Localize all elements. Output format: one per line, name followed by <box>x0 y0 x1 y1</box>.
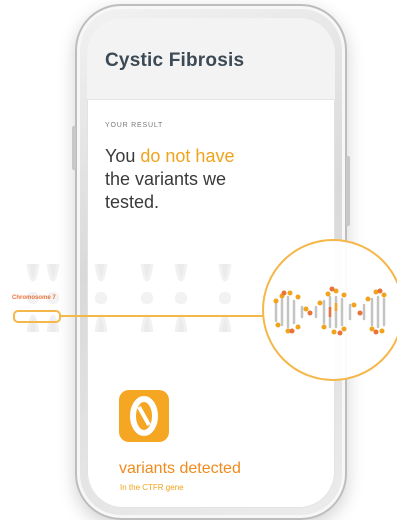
dna-helix-icon <box>273 286 387 336</box>
chromosome-icon <box>174 263 188 333</box>
result-label: YOUR RESULT <box>105 122 164 129</box>
chromosome-icon <box>94 263 108 333</box>
chromosome-icon <box>218 263 232 333</box>
chromosome-marker <box>13 310 61 323</box>
chromosome-icon <box>140 263 154 333</box>
headline-line2: the variants we <box>105 169 227 189</box>
zero-digit-icon <box>119 390 169 442</box>
variants-detected-label: variants detected <box>119 460 241 477</box>
magnifier-circle <box>262 239 397 381</box>
page-title: Cystic Fibrosis <box>105 50 245 71</box>
connector-line <box>61 315 263 317</box>
gene-label: In the CTFR gene <box>120 483 184 492</box>
app-header: Cystic Fibrosis <box>87 18 335 100</box>
chromosome-label: Chromosome 7 <box>12 295 56 301</box>
headline-prefix: You <box>105 146 141 166</box>
headline-highlight: do not have <box>140 146 235 166</box>
result-headline: You do not have the variants we tested. <box>105 145 305 214</box>
headline-line3: tested. <box>105 192 160 212</box>
